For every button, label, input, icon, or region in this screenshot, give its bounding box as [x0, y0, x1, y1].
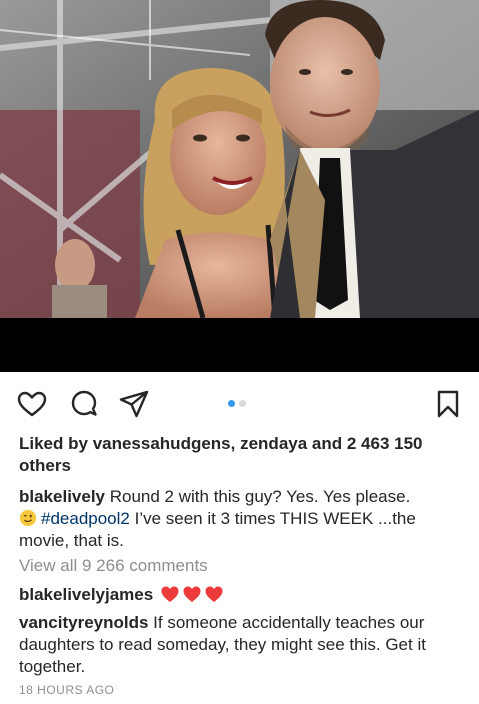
bookmark-icon[interactable] [432, 388, 464, 420]
comment-hearts [158, 585, 224, 604]
carousel-dot [239, 400, 246, 407]
liked-by-user-link[interactable]: vanessahudgens [93, 434, 231, 453]
comment-username[interactable]: vancityreynolds [19, 613, 148, 632]
comment: vancityreynolds If someone accidentally … [19, 612, 464, 678]
heart-outline-icon[interactable] [16, 388, 48, 420]
carousel-dot [228, 400, 235, 407]
winking-face-emoji [19, 509, 37, 527]
red-heart-emoji [205, 586, 223, 602]
likes-separator: , [230, 434, 241, 453]
paper-plane-icon[interactable] [118, 388, 150, 420]
post-timestamp: 18 HOURS AGO [19, 683, 115, 697]
red-heart-emoji [183, 586, 201, 602]
likes-and: and [307, 434, 347, 453]
post-photo[interactable] [0, 0, 479, 372]
post-caption: blakelively Round 2 with this guy? Yes. … [19, 486, 464, 552]
red-heart-emoji [161, 586, 179, 602]
photo-illustration [0, 0, 479, 372]
comment: blakelivelyjames [19, 584, 464, 606]
comment-username[interactable]: blakelivelyjames [19, 585, 153, 604]
caption-text: Round 2 with this guy? Yes. Yes please. [105, 487, 411, 506]
likes-prefix: Liked by [19, 434, 93, 453]
caption-username[interactable]: blakelively [19, 487, 105, 506]
likes-summary: Liked by vanessahudgens, zendaya and 2 4… [19, 433, 464, 477]
view-all-comments-link[interactable]: View all 9 266 comments [19, 555, 464, 577]
liked-by-user-link[interactable]: zendaya [240, 434, 307, 453]
comment-bubble-icon[interactable] [68, 388, 100, 420]
caption-hashtag[interactable]: #deadpool2 [41, 509, 130, 528]
